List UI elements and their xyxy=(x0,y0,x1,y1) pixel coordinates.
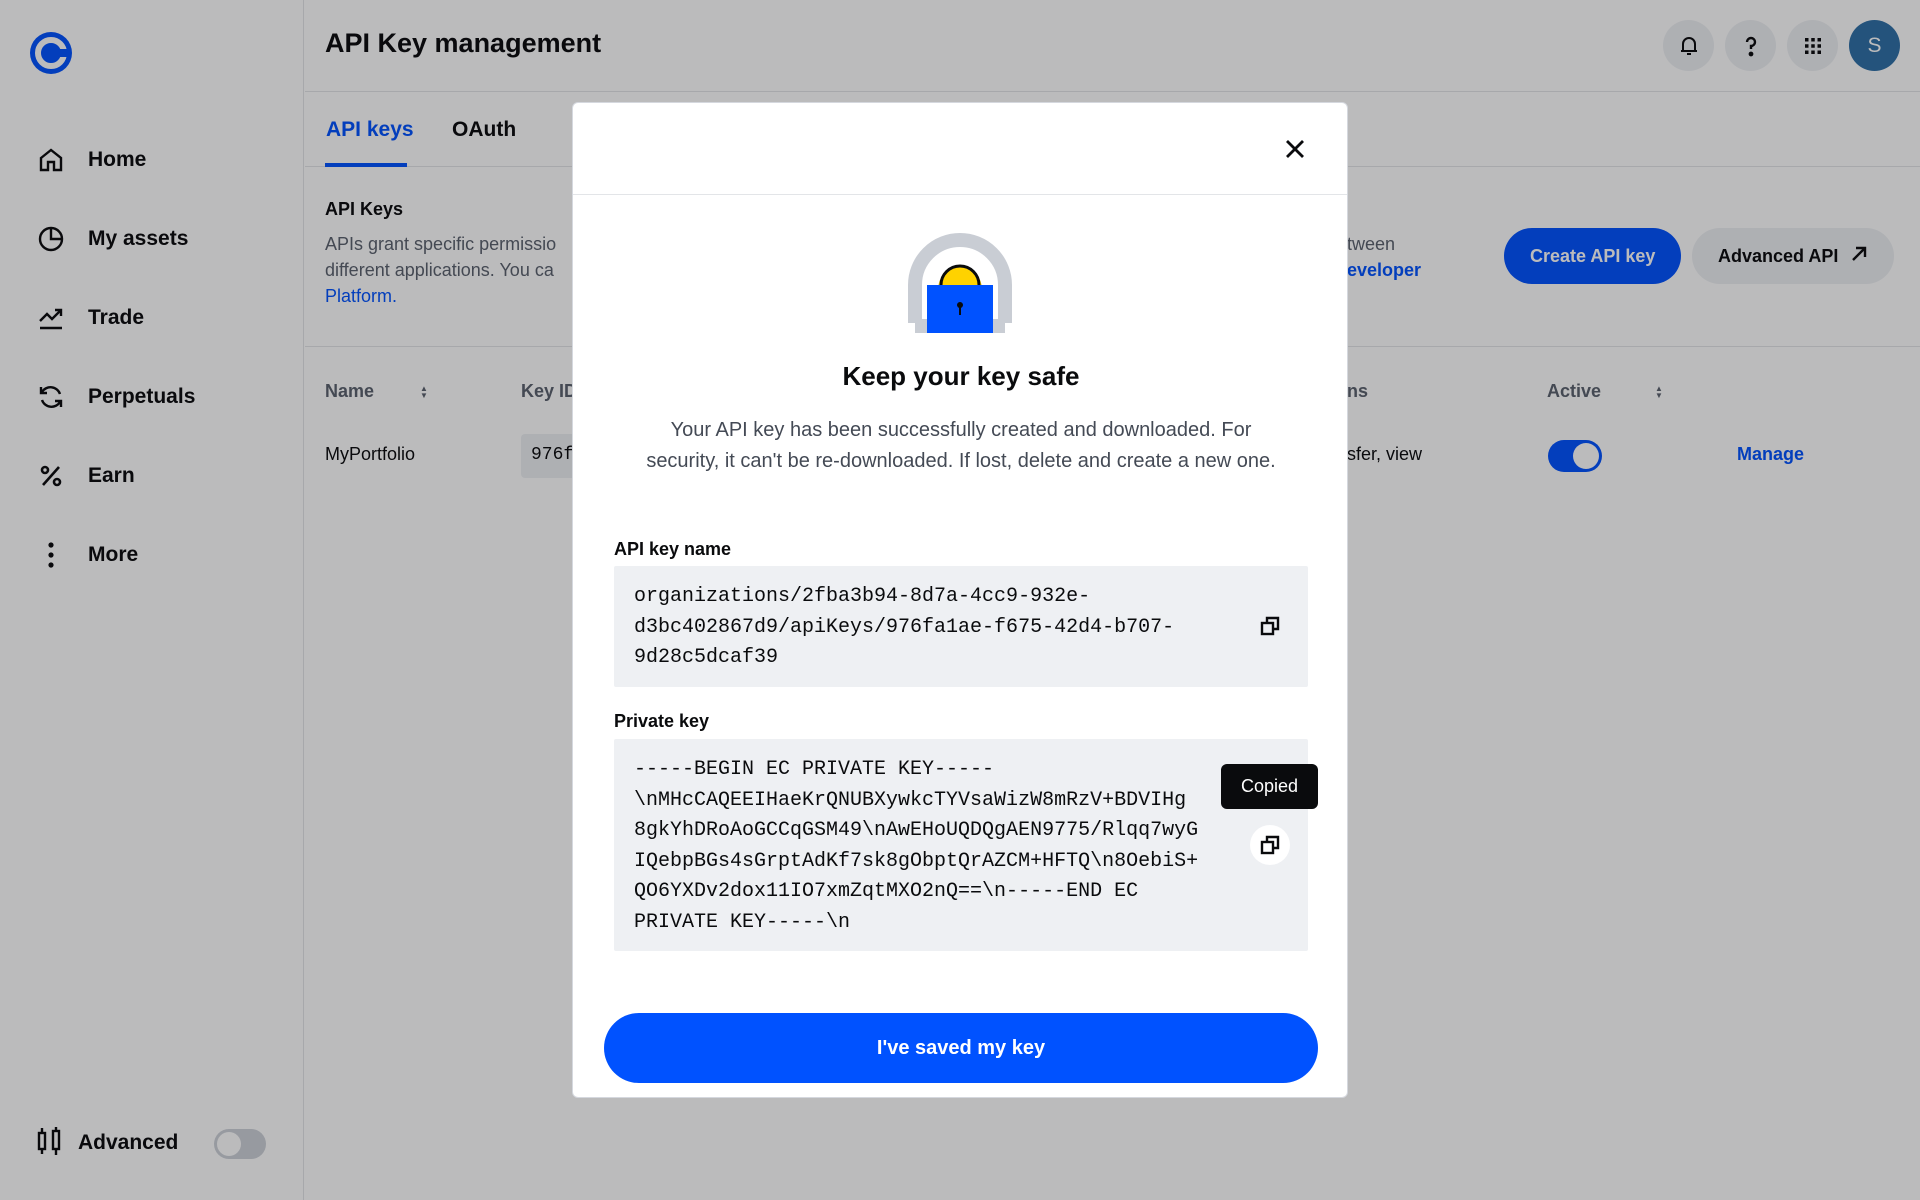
keep-key-safe-modal: Keep your key safe Your API key has been… xyxy=(572,102,1348,1098)
private-key-label: Private key xyxy=(614,711,710,731)
saved-my-key-button[interactable]: I've saved my key xyxy=(604,1013,1318,1083)
copy-icon[interactable] xyxy=(1250,606,1290,646)
modal-description: Your API key has been successfully creat… xyxy=(613,415,1309,477)
copied-tooltip: Copied xyxy=(1221,764,1319,809)
padlock-icon xyxy=(905,233,1015,341)
private-key-field[interactable]: -----BEGIN EC PRIVATE KEY----- \nMHcCAQE… xyxy=(614,739,1308,951)
key-name-line: d3bc402867d9/apiKeys/976fa1ae-f675-42d4-… xyxy=(634,615,1175,639)
key-name-line: 9d28c5dcaf39 xyxy=(634,646,779,669)
private-key-line: \nMHcCAQEEIHaeKrQNUBXywkcTYVsaWizW8mRzV+… xyxy=(634,788,1187,812)
api-key-name-field[interactable]: organizations/2fba3b94-8d7a-4cc9-932e- d… xyxy=(614,566,1308,687)
desc-line: Your API key has been successfully creat… xyxy=(670,419,1252,441)
modal-header xyxy=(573,103,1347,195)
key-name-line: organizations/2fba3b94-8d7a-4cc9-932e- xyxy=(634,585,1091,608)
private-key-line: 8gkYhDRoAoGCCqGSM49\nAwEHoUQDQgAEN9775/R… xyxy=(634,819,1199,842)
private-key-line: -----BEGIN EC PRIVATE KEY----- xyxy=(634,758,995,781)
private-key-line: PRIVATE KEY-----\n xyxy=(634,910,851,934)
api-key-name-label: API key name xyxy=(614,539,732,559)
close-icon[interactable] xyxy=(1281,135,1309,163)
modal-title: Keep your key safe xyxy=(842,361,1080,391)
copy-icon[interactable] xyxy=(1250,825,1290,865)
private-key-line: IQebpBGs4sGrptAdKf7sk8gObptQrAZCM+HFTQ\n… xyxy=(634,849,1199,873)
desc-line: security, it can't be re-downloaded. If … xyxy=(646,450,1276,472)
private-key-line: QO6YXDv2dox11IO7xmZqtMXO2nQ==\n-----END … xyxy=(634,880,1139,903)
